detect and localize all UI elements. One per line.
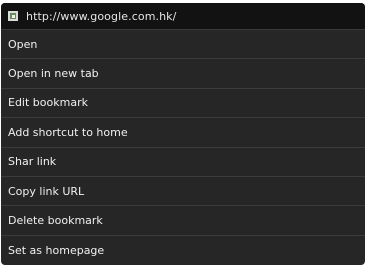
bookmark-context-menu: http://www.google.com.hk/ Open Open in n… [1,3,365,265]
menu-item-add-shortcut-to-home[interactable]: Add shortcut to home [1,118,365,148]
menu-item-copy-link-url[interactable]: Copy link URL [1,177,365,207]
bookmark-url: http://www.google.com.hk/ [26,9,177,23]
menu-item-set-as-homepage[interactable]: Set as homepage [1,236,365,265]
menu-item-open[interactable]: Open [1,30,365,60]
menu-item-share-link[interactable]: Shar link [1,148,365,177]
menu-list: Open Open in new tab Edit bookmark Add s… [1,30,365,265]
menu-item-delete-bookmark[interactable]: Delete bookmark [1,206,365,236]
menu-header: http://www.google.com.hk/ [1,3,365,30]
site-favicon-icon [8,11,18,21]
menu-item-open-in-new-tab[interactable]: Open in new tab [1,59,365,89]
menu-item-edit-bookmark[interactable]: Edit bookmark [1,89,365,119]
